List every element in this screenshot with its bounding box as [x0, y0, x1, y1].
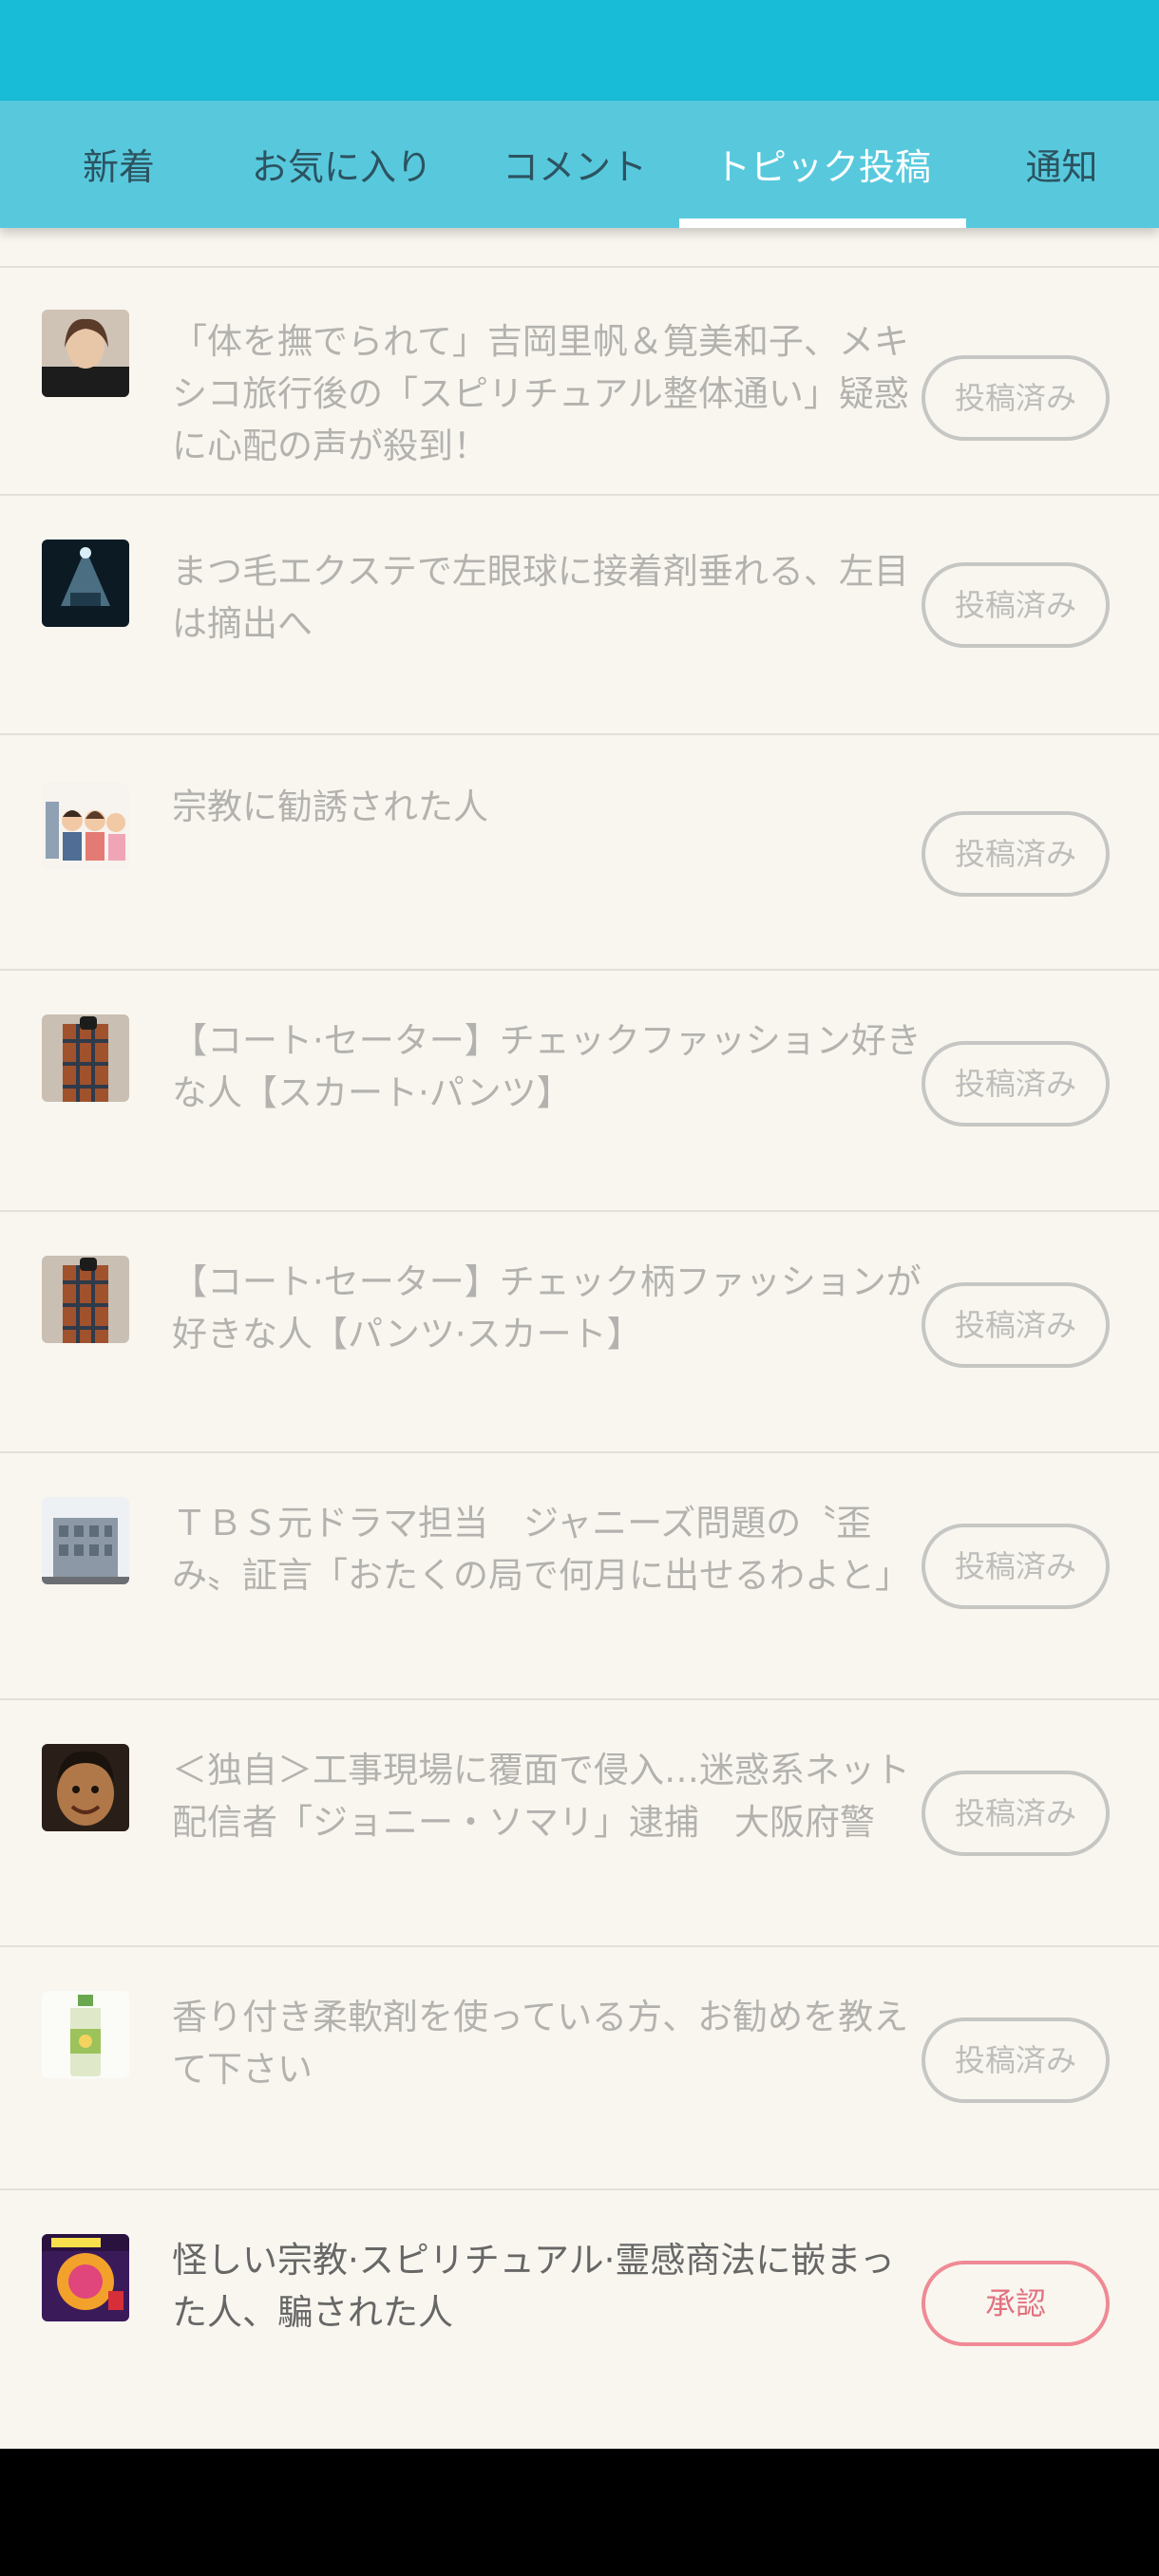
topic-title: 「体を撫でられて」吉岡里帆＆筧美和子、メキシコ旅行後の「スピリチュアル整体通い」… [172, 321, 909, 466]
tab-new[interactable]: 新着 [66, 101, 171, 228]
plaid-fashion-photo-icon [42, 1014, 129, 1102]
topic-title: ＜独自＞工事現場に覆面で侵入…迷惑系ネット配信者「ジョニー・ソマリ」逮捕 大阪府… [172, 1750, 910, 1843]
topic-title: 香り付き柔軟剤を使っている方、お勧めを教えて下さい [172, 1997, 909, 2090]
plaid-fashion-photo-icon [42, 1256, 129, 1343]
status-bar [0, 0, 1159, 101]
topic-title: 怪しい宗教·スピリチュアル·霊感商法に嵌まった人、騙された人 [172, 2240, 895, 2333]
posted-status-button[interactable]: 投稿済み [922, 1524, 1110, 1609]
list-item[interactable]: ＜独自＞工事現場に覆面で侵入…迷惑系ネット配信者「ジョニー・ソマリ」逮捕 大阪府… [0, 1700, 1159, 1947]
posted-status-button[interactable]: 投稿済み [922, 1771, 1110, 1856]
posted-status-button[interactable]: 投稿済み [922, 355, 1110, 441]
posted-status-button[interactable]: 投稿済み [922, 1041, 1110, 1127]
topic-title: 【コート·セーター】チェック柄ファッションが好きな人【パンツ·スカート】 [172, 1261, 922, 1354]
tab-bar: 新着 お気に入り コメント トピック投稿 通知 [0, 101, 1159, 228]
list-item[interactable]: ＴＢＳ元ドラマ担当 ジャニーズ問題の〝歪み〟証言「おたくの局で何月に出せるわよと… [0, 1453, 1159, 1700]
topic-title: 宗教に勧誘された人 [172, 786, 488, 827]
colorful-book-photo-icon [42, 2234, 129, 2321]
topic-title: ＴＢＳ元ドラマ担当 ジャニーズ問題の〝歪み〟証言「おたくの局で何月に出せるわよと… [172, 1503, 910, 1596]
list-item[interactable]: 怪しい宗教·スピリチュアル·霊感商法に嵌まった人、騙された人 承認 [0, 2190, 1159, 2447]
list-item[interactable]: 【コート·セーター】チェック柄ファッションが好きな人【パンツ·スカート】 投稿済… [0, 1212, 1159, 1453]
posted-status-button[interactable]: 投稿済み [922, 2017, 1110, 2103]
posted-status-button[interactable]: 投稿済み [922, 562, 1110, 648]
active-tab-indicator [679, 218, 966, 228]
people-illustration-icon [42, 783, 129, 870]
posted-status-button[interactable]: 投稿済み [922, 1282, 1110, 1368]
list-item[interactable]: 【コート·セーター】チェックファッション好きな人【スカート·パンツ】 投稿済み [0, 971, 1159, 1212]
bottle-photo-icon [42, 1991, 129, 2078]
tab-notifications[interactable]: 通知 [1007, 101, 1116, 228]
list-item[interactable]: 香り付き柔軟剤を使っている方、お勧めを教えて下さい 投稿済み [0, 1947, 1159, 2190]
dark-room-photo-icon [42, 540, 129, 627]
posted-status-button[interactable]: 投稿済み [922, 811, 1110, 897]
list-item[interactable]: 宗教に勧誘された人 投稿済み [0, 735, 1159, 971]
topic-title: 【コート·セーター】チェックファッション好きな人【スカート·パンツ】 [172, 1020, 922, 1113]
topic-title: まつ毛エクステで左眼球に接着剤垂れる、左目は摘出へ [172, 551, 909, 644]
tab-favorites[interactable]: お気に入り [238, 101, 446, 228]
list-item[interactable]: 「体を撫でられて」吉岡里帆＆筧美和子、メキシコ旅行後の「スピリチュアル整体通い」… [0, 266, 1159, 496]
approve-status-button[interactable]: 承認 [922, 2261, 1110, 2346]
list-item[interactable]: まつ毛エクステで左眼球に接着剤垂れる、左目は摘出へ 投稿済み [0, 494, 1159, 735]
system-navigation-bar [0, 2449, 1159, 2576]
building-photo-icon [42, 1497, 129, 1584]
tab-topic-posts[interactable]: トピック投稿 [679, 101, 966, 228]
tab-comments[interactable]: コメント [484, 101, 665, 228]
portrait-photo-icon [42, 310, 129, 397]
face-photo-icon [42, 1744, 129, 1831]
